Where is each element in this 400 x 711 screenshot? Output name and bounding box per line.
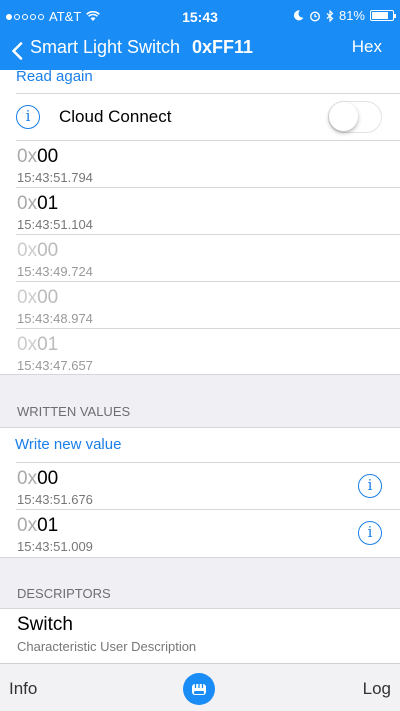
nav-bar: Smart Light Switch 0xFF11 Hex [0, 34, 400, 70]
read-again-button[interactable]: Read again [16, 68, 93, 85]
read-timestamp: 15:43:49.724 [17, 264, 93, 279]
tab-center-logo[interactable] [183, 673, 215, 705]
written-timestamp: 15:43:51.676 [17, 492, 93, 507]
battery-icon [370, 10, 396, 21]
read-timestamp: 15:43:51.104 [17, 217, 93, 232]
read-value-row: 0x00 15:43:49.724 [16, 235, 400, 282]
written-value: 0x01 [17, 515, 59, 536]
read-values-section: Read again i Cloud Connect 0x00 15:43:51… [0, 68, 400, 375]
read-value: 0x01 [17, 334, 59, 355]
written-values-header: WRITTEN VALUES [17, 404, 131, 419]
read-again-row: Read again [16, 68, 400, 94]
descriptor-title: Switch [17, 614, 73, 635]
descriptor-row[interactable]: Switch Characteristic User Description [0, 609, 400, 664]
descriptors-section: Switch Characteristic User Description [0, 608, 400, 663]
format-toggle-button[interactable]: Hex [352, 37, 382, 57]
cloud-connect-toggle[interactable] [328, 101, 382, 133]
read-value: 0x00 [17, 146, 59, 167]
alarm-icon [309, 10, 320, 22]
read-value-row: 0x01 15:43:47.657 [0, 329, 400, 375]
read-value-row: 0x00 15:43:51.794 [16, 141, 400, 188]
read-value: 0x01 [17, 193, 59, 214]
status-bar: AT&T 15:43 81% [0, 0, 400, 34]
descriptor-subtitle: Characteristic User Description [17, 639, 197, 654]
read-value: 0x00 [17, 240, 59, 261]
cloud-connect-info-icon[interactable]: i [16, 105, 40, 129]
fist-icon [192, 684, 206, 695]
bluetooth-icon [326, 9, 334, 22]
tab-info[interactable]: Info [9, 679, 37, 699]
tab-bar: Info Log [0, 663, 400, 711]
written-value-info-icon[interactable]: i [358, 521, 382, 545]
read-value: 0x00 [17, 287, 59, 308]
characteristic-id: 0xFF11 [192, 37, 254, 57]
read-timestamp: 15:43:51.794 [17, 170, 93, 185]
written-timestamp: 15:43:51.009 [17, 539, 93, 554]
descriptors-header: DESCRIPTORS [17, 586, 111, 601]
read-value-row: 0x01 15:43:51.104 [16, 188, 400, 235]
written-value-row: 0x00 15:43:51.676 i [16, 463, 400, 510]
read-timestamp: 15:43:47.657 [17, 358, 93, 373]
back-button[interactable]: Smart Light Switch [30, 37, 180, 58]
read-value-row: 0x00 15:43:48.974 [16, 282, 400, 329]
status-right: 81% [293, 8, 396, 23]
written-value: 0x00 [17, 468, 59, 489]
write-new-value-button[interactable]: Write new value [15, 436, 121, 453]
cloud-connect-label: Cloud Connect [59, 107, 172, 126]
moon-icon [293, 10, 304, 21]
written-values-section: Write new value 0x00 15:43:51.676 i 0x01… [0, 427, 400, 558]
tab-log[interactable]: Log [363, 679, 391, 699]
write-new-value-row: Write new value [15, 428, 400, 463]
read-timestamp: 15:43:48.974 [17, 311, 93, 326]
written-value-info-icon[interactable]: i [358, 474, 382, 498]
back-chevron-icon[interactable] [10, 42, 24, 60]
written-value-row: 0x01 15:43:51.009 i [0, 510, 400, 558]
cloud-connect-row: i Cloud Connect [16, 94, 400, 141]
battery-percent: 81% [338, 8, 365, 23]
